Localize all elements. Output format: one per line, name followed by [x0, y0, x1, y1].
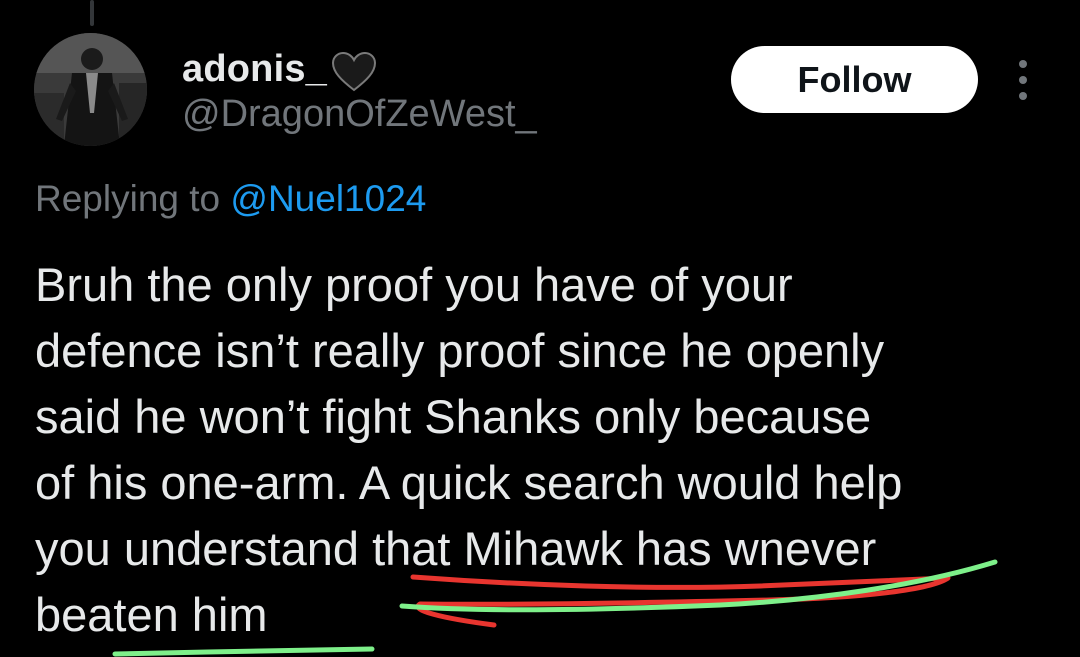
tweet-text: Bruh the only proof you have of your def… — [35, 252, 1055, 648]
more-dot — [1019, 76, 1027, 84]
tweet-line: of his one-arm. A quick search would hel… — [35, 456, 903, 509]
avatar-photo — [34, 33, 147, 146]
black-heart-icon — [331, 51, 377, 92]
follow-button[interactable]: Follow — [731, 46, 978, 113]
author-handle[interactable]: @DragonOfZeWest_ — [182, 93, 537, 136]
tweet-line: you understand that Mihawk has wnever — [35, 522, 877, 575]
tweet-line: defence isn’t really proof since he open… — [35, 324, 885, 377]
more-vertical-icon[interactable] — [1010, 60, 1036, 100]
reply-prefix: Replying to — [35, 178, 221, 219]
green-underline-stroke — [112, 646, 375, 657]
avatar[interactable] — [34, 33, 147, 146]
display-name[interactable]: adonis_ — [182, 48, 327, 91]
author-name-row[interactable]: adonis_ — [182, 45, 377, 93]
tweet-line: beaten him — [35, 588, 268, 641]
more-dot — [1019, 92, 1027, 100]
reply-context: Replying to @Nuel1024 — [35, 178, 426, 220]
tweet-line: said he won’t fight Shanks only because — [35, 390, 872, 443]
tweet-line: Bruh the only proof you have of your — [35, 258, 793, 311]
reply-mention-link[interactable]: @Nuel1024 — [230, 178, 426, 219]
thread-connector-line — [90, 0, 94, 26]
more-dot — [1019, 60, 1027, 68]
